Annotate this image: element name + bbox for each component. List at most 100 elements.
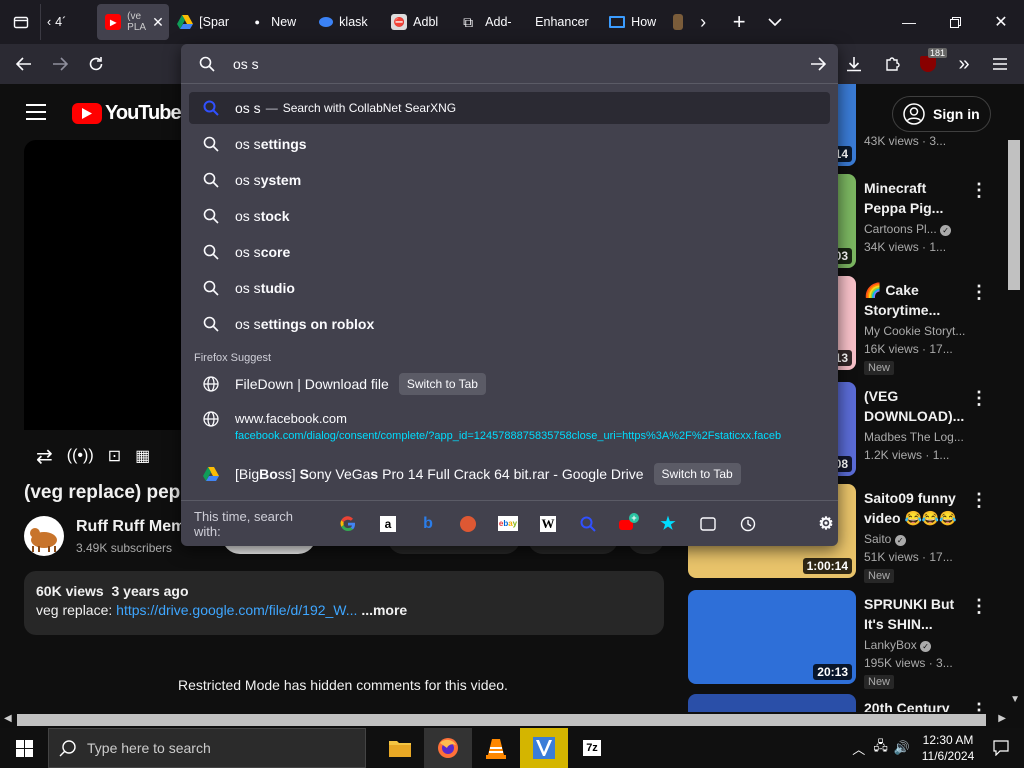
channel-avatar[interactable] bbox=[24, 516, 64, 556]
tab-overflow-chevron-icon[interactable] bbox=[759, 6, 791, 38]
hamburger-menu-icon[interactable] bbox=[984, 48, 1016, 80]
amazon-icon[interactable]: a bbox=[376, 512, 400, 536]
duckduckgo-icon[interactable] bbox=[456, 512, 480, 536]
more-options-icon[interactable]: ⋮ bbox=[970, 282, 988, 303]
settings-icon[interactable]: ⚙ bbox=[814, 512, 838, 536]
downloads-icon[interactable] bbox=[838, 48, 870, 80]
youtube-logo[interactable]: YouTube bbox=[72, 102, 182, 125]
more-options-icon[interactable]: ⋮ bbox=[970, 490, 988, 511]
page-scrollbar[interactable] bbox=[1006, 140, 1024, 712]
youtube-add-icon[interactable]: + bbox=[616, 512, 640, 536]
search-suggestion-row[interactable]: os s tudio bbox=[189, 272, 830, 304]
search-suggestion-row[interactable]: os s ettings bbox=[189, 128, 830, 160]
minimize-icon[interactable]: — bbox=[886, 6, 932, 38]
new-tab-icon[interactable]: + bbox=[719, 6, 759, 38]
search-suggestion-row[interactable]: os s tock bbox=[189, 200, 830, 232]
tab-new[interactable]: ● New bbox=[241, 4, 311, 40]
switch-to-tab-button[interactable]: Switch to Tab bbox=[653, 463, 741, 485]
vlc-icon[interactable] bbox=[472, 728, 520, 768]
search-suggestion-row[interactable]: os s ettings on roblox bbox=[189, 308, 830, 340]
ebay-icon[interactable]: ebay bbox=[496, 512, 520, 536]
back-arrow-icon[interactable] bbox=[8, 48, 40, 80]
search-suggestion-row[interactable]: os s ystem bbox=[189, 164, 830, 196]
drive-row[interactable]: [BigBoss] Sony VeGas Pro 14 Full Crack 6… bbox=[189, 458, 830, 490]
scroll-right-arrow-icon[interactable]: ▶ bbox=[998, 713, 1006, 724]
notification-icon[interactable] bbox=[978, 728, 1024, 768]
video-thumbnail[interactable] bbox=[688, 694, 856, 712]
tab-scroll-left-icon[interactable]: ‹ bbox=[43, 4, 55, 40]
shuffle-icon[interactable]: ⇄ bbox=[36, 444, 53, 469]
sidebar-video-item[interactable]: 43K views · 3... bbox=[864, 132, 1014, 150]
firefox-icon[interactable] bbox=[424, 728, 472, 768]
forward-arrow-icon[interactable] bbox=[44, 48, 76, 80]
sidebar-video-item[interactable]: SPRUNKI But It's SHIN... LankyBox ✓ 195K vi… bbox=[864, 594, 1014, 690]
tray-expand-icon[interactable]: ︿ bbox=[852, 739, 865, 758]
restore-icon[interactable] bbox=[932, 6, 978, 38]
horizontal-scrollbar[interactable]: ◀ ▶ ▼ bbox=[0, 694, 1024, 728]
tab-how[interactable]: How bbox=[601, 4, 673, 40]
network-icon[interactable]: 🖧 bbox=[873, 737, 888, 759]
taskbar-search-box[interactable]: Type here to search bbox=[48, 728, 366, 768]
description-link[interactable]: https://drive.google.com/file/d/192_W... bbox=[116, 602, 357, 618]
switch-to-tab-button[interactable]: Switch to Tab bbox=[398, 373, 486, 395]
description-box[interactable]: 60K views 3 years ago veg replace: https… bbox=[24, 571, 664, 635]
tab-drive[interactable]: [Spar bbox=[169, 4, 241, 40]
tabs-icon[interactable] bbox=[696, 512, 720, 536]
channel-name[interactable]: Ruff Ruff Mem bbox=[76, 518, 185, 536]
tab-youtube-active[interactable]: ▶ (ve PLA ✕ bbox=[97, 4, 170, 40]
file-explorer-icon[interactable] bbox=[376, 728, 424, 768]
tab-list-icon[interactable] bbox=[4, 6, 38, 38]
more-options-icon[interactable]: ⋮ bbox=[970, 388, 988, 409]
tab-0[interactable]: 4´ bbox=[55, 4, 97, 40]
autoplay-broadcast-icon[interactable]: ((•)) bbox=[67, 447, 94, 465]
searxng-icon[interactable] bbox=[576, 512, 600, 536]
7zip-icon[interactable]: 7z bbox=[568, 728, 616, 768]
tab-partial[interactable] bbox=[673, 4, 687, 40]
tab-klask[interactable]: klask bbox=[311, 4, 383, 40]
tab-enhancer[interactable]: Enhancer bbox=[527, 4, 601, 40]
video-thumbnail[interactable]: 20:13 bbox=[688, 590, 856, 684]
scrollbar-thumb[interactable] bbox=[1008, 140, 1020, 290]
more-options-icon[interactable]: ⋮ bbox=[970, 180, 988, 201]
facebook-row[interactable]: www.facebook.com facebook.com/dialog/con… bbox=[189, 406, 830, 450]
ublock-icon[interactable]: 181 bbox=[912, 48, 948, 80]
url-input[interactable]: os s bbox=[233, 56, 810, 72]
search-engine-row[interactable]: os s — Search with CollabNet SearXNG bbox=[189, 92, 830, 124]
scroll-down-arrow-icon[interactable]: ▼ bbox=[1010, 694, 1020, 705]
tab-adblock[interactable]: ⛔ Adbl bbox=[383, 4, 455, 40]
go-arrow-icon[interactable] bbox=[810, 56, 826, 71]
tab-scroll-right-icon[interactable]: › bbox=[687, 6, 719, 38]
tab-addons[interactable]: ⧉ Add- bbox=[455, 4, 527, 40]
sign-in-button[interactable]: Sign in bbox=[892, 96, 991, 132]
url-input-row[interactable]: os s bbox=[181, 44, 838, 84]
filedown-row[interactable]: FileDown | Download file Switch to Tab bbox=[189, 368, 830, 400]
history-icon[interactable] bbox=[736, 512, 760, 536]
veg-app-icon[interactable] bbox=[520, 728, 568, 768]
wikipedia-icon[interactable]: W bbox=[536, 512, 560, 536]
volume-icon[interactable]: 🔊 bbox=[894, 740, 910, 756]
close-window-icon[interactable]: ✕ bbox=[978, 6, 1024, 38]
extensions-puzzle-icon[interactable] bbox=[876, 48, 908, 80]
more-link[interactable]: ...more bbox=[361, 602, 407, 618]
google-icon[interactable] bbox=[336, 512, 360, 536]
sidebar-video-item[interactable]: 🌈 Cake Storytime... My Cookie Storyt... 16K… bbox=[864, 280, 1014, 376]
sidebar-video-item[interactable]: 20th Century bbox=[864, 698, 1014, 712]
clapperboard-icon[interactable]: ▦ bbox=[135, 446, 150, 466]
scroll-left-arrow-icon[interactable]: ◀ bbox=[4, 713, 12, 724]
sidebar-video-item[interactable]: Saito09 funny video 😂😂😂 Saito ✓ 51K views ·… bbox=[864, 488, 1014, 584]
reload-icon[interactable] bbox=[80, 48, 112, 80]
sidebar-video-item[interactable]: (VEG DOWNLOAD)... Madbes The Log... 1.2K vi… bbox=[864, 386, 1014, 464]
overflow-chevrons-icon[interactable]: » bbox=[948, 48, 980, 80]
bookmarks-icon[interactable]: ★ bbox=[656, 512, 680, 536]
bing-icon[interactable]: b bbox=[416, 512, 440, 536]
windows-start-icon[interactable] bbox=[0, 728, 48, 768]
close-tab-icon[interactable]: ✕ bbox=[152, 14, 164, 31]
yt-menu-icon[interactable] bbox=[26, 104, 46, 125]
more-options-icon[interactable]: ⋮ bbox=[970, 596, 988, 617]
hscroll-thumb[interactable] bbox=[17, 714, 986, 726]
miniplayer-icon[interactable]: ⊡ bbox=[108, 446, 121, 466]
sidebar-video-item[interactable]: Minecraft Peppa Pig... Cartoons Pl... ✓ 34K… bbox=[864, 178, 1014, 256]
more-options-icon[interactable]: ⋮ bbox=[970, 700, 988, 712]
search-suggestion-row[interactable]: os s core bbox=[189, 236, 830, 268]
clock[interactable]: 12:30 AM 11/6/2024 bbox=[918, 732, 978, 764]
